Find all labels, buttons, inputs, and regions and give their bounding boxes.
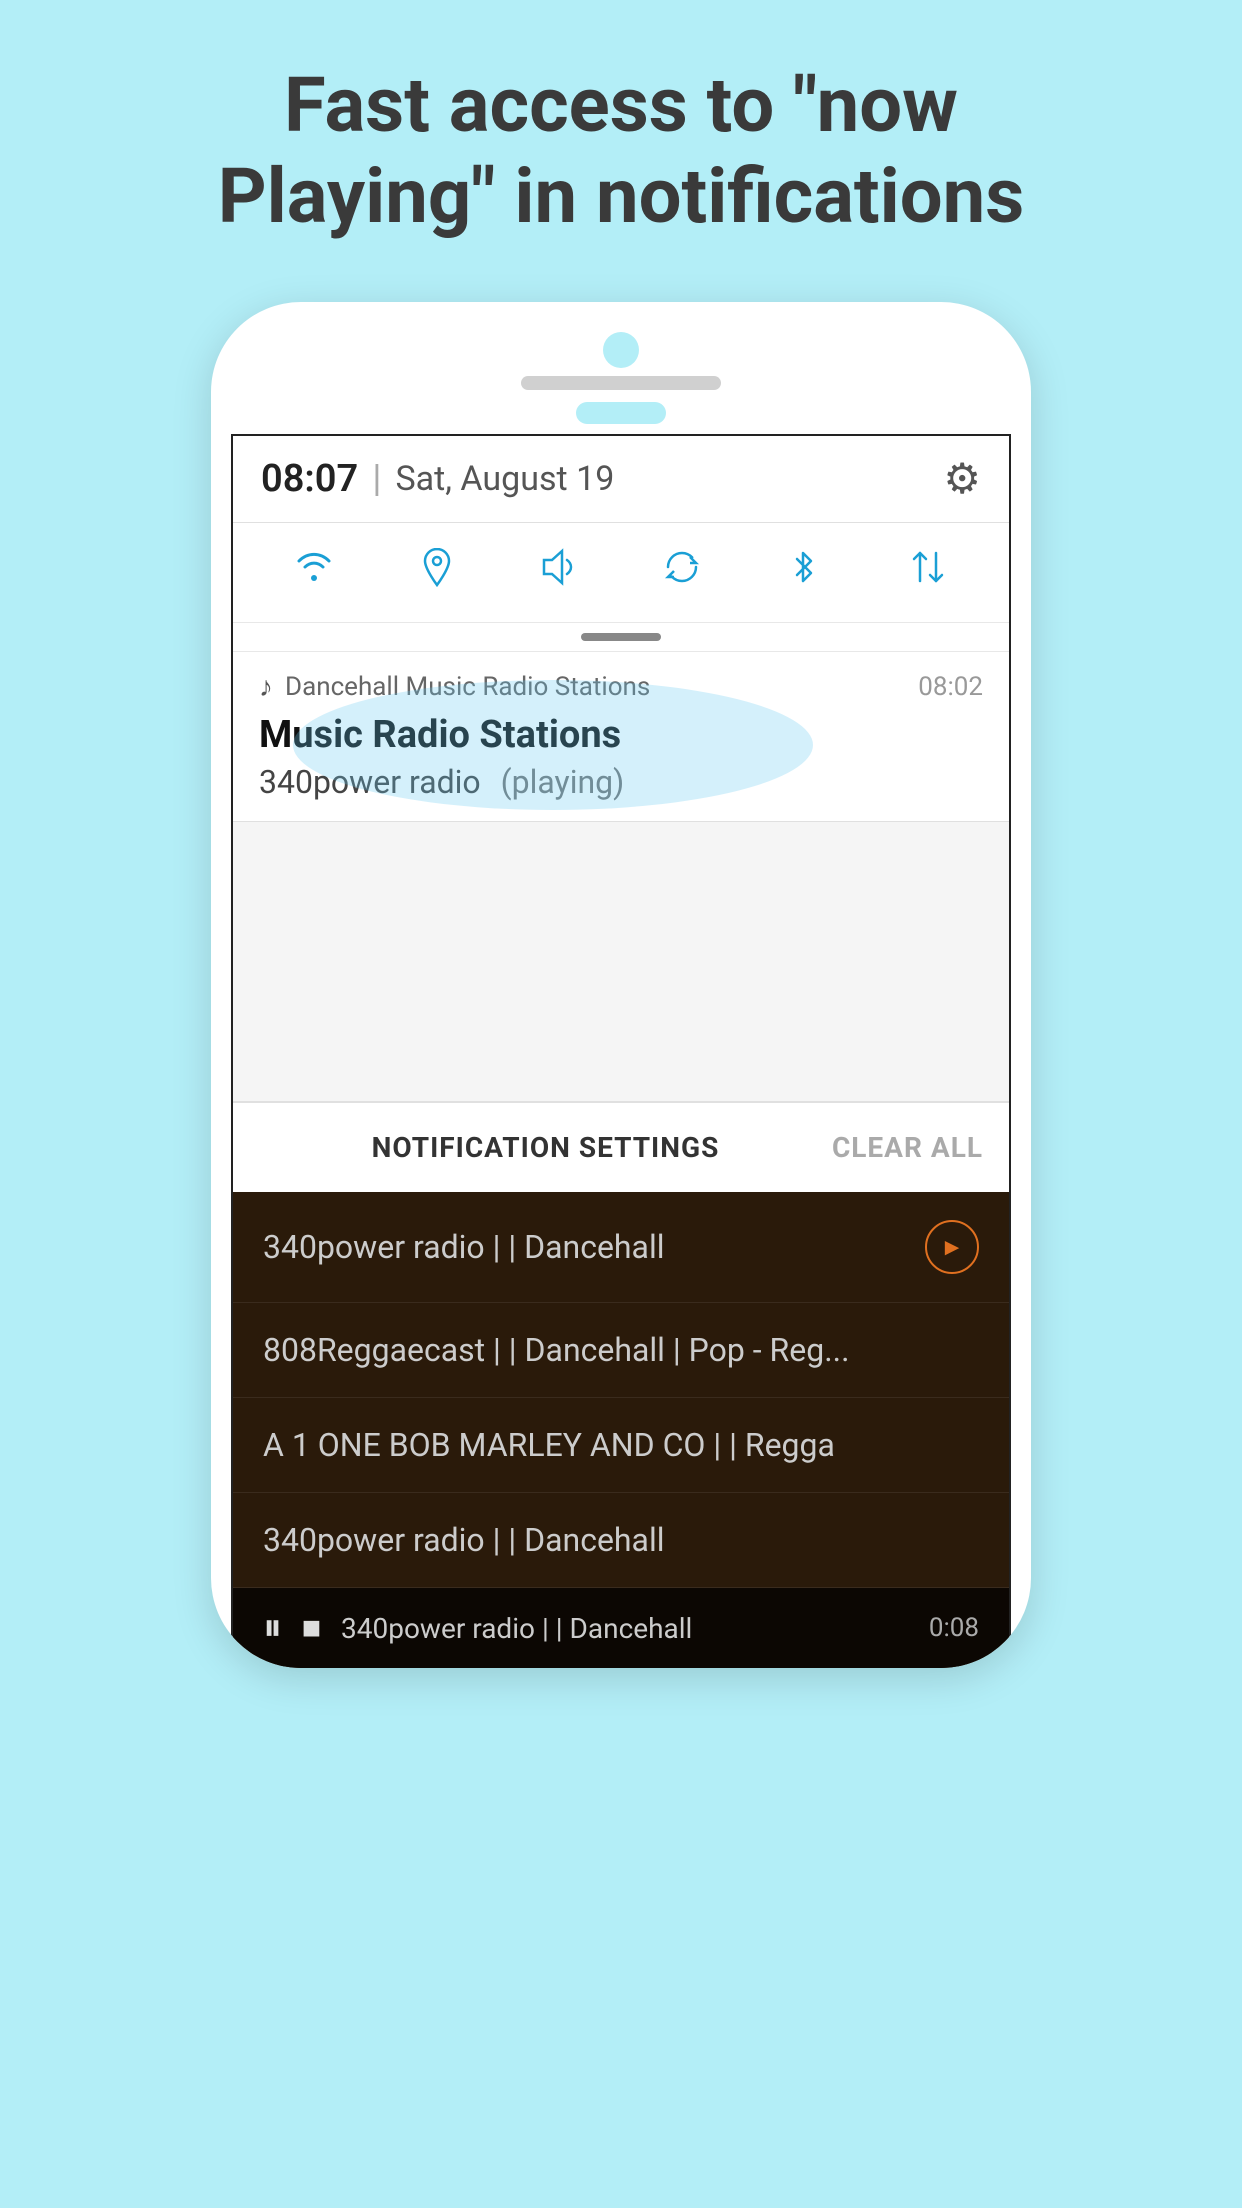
radio-item-text-0: 340power radio | | Dancehall: [263, 1228, 925, 1266]
notification-app-name: Dancehall Music Radio Stations: [285, 672, 906, 702]
radio-list-item-2[interactable]: A 1 ONE BOB MARLEY AND CO | | Regga: [233, 1398, 1009, 1493]
clear-all-button[interactable]: CLEAR ALL: [832, 1131, 983, 1164]
notification-panel: ♪ Dancehall Music Radio Stations 08:02 M…: [233, 652, 1009, 1192]
phone-speaker: [521, 376, 721, 390]
drag-handle-bar: [581, 633, 661, 641]
status-bar: 08:07 | Sat, August 19 ⚙: [233, 436, 1009, 523]
status-divider: |: [372, 457, 381, 501]
location-icon[interactable]: [415, 545, 459, 600]
radio-list-item-0[interactable]: 340power radio | | Dancehall ►: [233, 1192, 1009, 1303]
radio-item-text-2: A 1 ONE BOB MARLEY AND CO | | Regga: [263, 1426, 979, 1464]
volume-icon[interactable]: [538, 545, 582, 600]
quick-settings-row: [233, 523, 1009, 623]
phone-button-pill: [576, 402, 666, 424]
headline-line2: Playing" in notifications: [0, 151, 1242, 242]
player-time: 0:08: [929, 1613, 979, 1643]
phone-screen: 08:07 | Sat, August 19 ⚙: [231, 434, 1011, 1668]
notification-subtitle: 340power radio: [259, 763, 481, 801]
notification-bottom-bar: NOTIFICATION SETTINGS CLEAR ALL: [233, 1102, 1009, 1192]
music-note-icon: ♪: [259, 670, 273, 703]
notification-header: ♪ Dancehall Music Radio Stations 08:02: [259, 670, 983, 703]
radio-list-area: 340power radio | | Dancehall ► 808Reggae…: [233, 1192, 1009, 1668]
status-time: 08:07: [261, 457, 358, 501]
sync-icon[interactable]: [660, 545, 704, 600]
radio-item-text-3: 340power radio | | Dancehall: [263, 1521, 979, 1559]
pause-button[interactable]: ⏸: [263, 1606, 282, 1650]
play-icon-0[interactable]: ►: [925, 1220, 979, 1274]
radio-list-item-3[interactable]: 340power radio | | Dancehall: [233, 1493, 1009, 1588]
empty-notification-area: [233, 822, 1009, 1102]
radio-item-text-1: 808Reggaecast | | Dancehall | Pop - Reg.…: [263, 1331, 979, 1369]
notification-playing-label: (playing): [501, 763, 625, 801]
notification-title: Music Radio Stations: [259, 713, 983, 757]
bluetooth-icon[interactable]: [783, 545, 827, 600]
settings-icon[interactable]: ⚙: [943, 454, 981, 504]
phone-mockup: 08:07 | Sat, August 19 ⚙: [211, 302, 1031, 1668]
data-transfer-icon[interactable]: [906, 545, 950, 600]
notification-time: 08:02: [918, 672, 983, 702]
notification-settings-button[interactable]: NOTIFICATION SETTINGS: [259, 1131, 832, 1164]
drag-handle: [233, 623, 1009, 652]
status-date: Sat, August 19: [395, 459, 614, 499]
headline: Fast access to "now: [0, 60, 1242, 151]
wifi-icon[interactable]: [292, 545, 336, 600]
notification-card[interactable]: ♪ Dancehall Music Radio Stations 08:02 M…: [233, 652, 1009, 822]
phone-camera: [603, 332, 639, 368]
stop-button[interactable]: ⏹: [302, 1606, 321, 1650]
player-bar: ⏸ ⏹ 340power radio | | Dancehall 0:08: [233, 1588, 1009, 1668]
radio-list-item-1[interactable]: 808Reggaecast | | Dancehall | Pop - Reg.…: [233, 1303, 1009, 1398]
player-bar-text: 340power radio | | Dancehall: [341, 1612, 909, 1645]
